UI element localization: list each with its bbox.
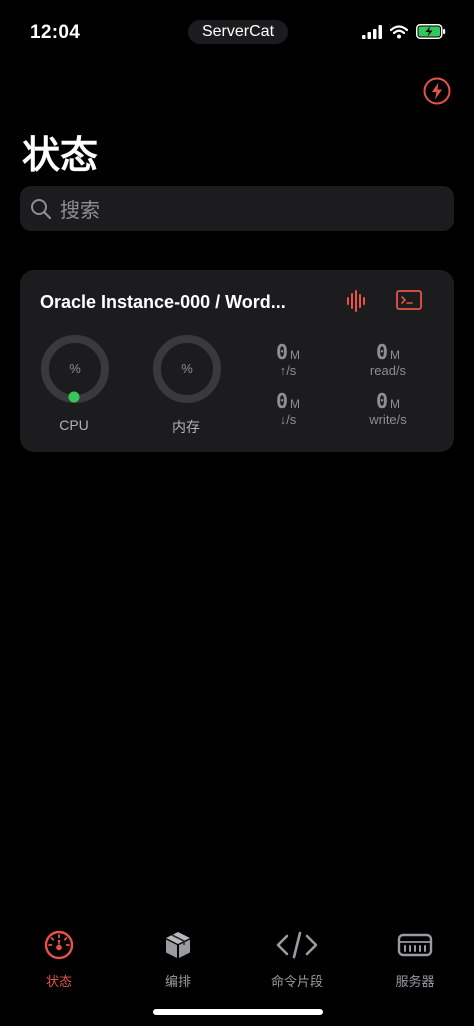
cpu-percent: % [69,361,81,376]
tab-status-label: 状态 [45,974,72,989]
tab-orchestration[interactable]: 编排 [128,930,228,990]
disk-write-value: 0 [375,389,389,413]
box-icon [166,932,190,958]
terminal-icon[interactable] [396,290,422,312]
app-name-pill: ServerCat [188,20,288,44]
memory-label: 内存 [172,419,200,435]
cpu-label: CPU [59,417,89,433]
disk-read-label: read/s [369,363,407,378]
app-name: ServerCat [201,23,275,40]
disk-write-metric: 0M write/s [348,389,428,427]
disk-read-unit: M [390,348,401,362]
net-up-metric: 0M ↑/s [248,340,328,378]
signal-icon [362,24,382,39]
lightning-button-icon[interactable] [422,76,452,106]
server-name: Oracle Instance-000 / Word... [40,292,286,312]
status-time: 12:04 [30,22,81,43]
net-up-unit: M [290,348,301,362]
search-input[interactable]: 搜索 [20,186,454,231]
search-placeholder: 搜索 [60,200,100,222]
tab-status[interactable]: 状态 [9,930,109,990]
gauge-icon [44,930,74,960]
code-icon [276,931,318,959]
net-down-metric: 0M ↓/s [248,389,328,427]
tab-servers-label: 服务器 [395,974,435,989]
home-indicator[interactable] [153,1009,323,1015]
net-up-label: ↑/s [279,363,297,378]
disk-read-value: 0 [375,340,389,364]
tab-orchestration-label: 编排 [164,974,191,989]
net-up-value: 0 [275,340,289,364]
disk-write-unit: M [390,397,401,411]
memory-percent: % [181,361,193,376]
tab-servers[interactable]: 服务器 [365,930,465,990]
status-icons [362,24,446,39]
wifi-icon [390,24,408,38]
server-card[interactable]: Oracle Instance-000 / Word... % CPU % 内存… [20,270,454,452]
net-down-value: 0 [275,389,289,413]
disk-read-metric: 0M read/s [348,340,428,378]
net-down-label: ↓/s [279,412,297,427]
disk-write-label: write/s [369,412,407,427]
search-icon [31,198,52,219]
waveform-icon[interactable] [346,290,368,312]
net-down-unit: M [290,397,301,411]
tab-snippets-label: 命令片段 [270,974,323,989]
page-title: 状态 [22,135,99,177]
battery-charging-icon [416,24,446,39]
server-icon [397,933,433,957]
tab-snippets[interactable]: 命令片段 [247,930,347,990]
